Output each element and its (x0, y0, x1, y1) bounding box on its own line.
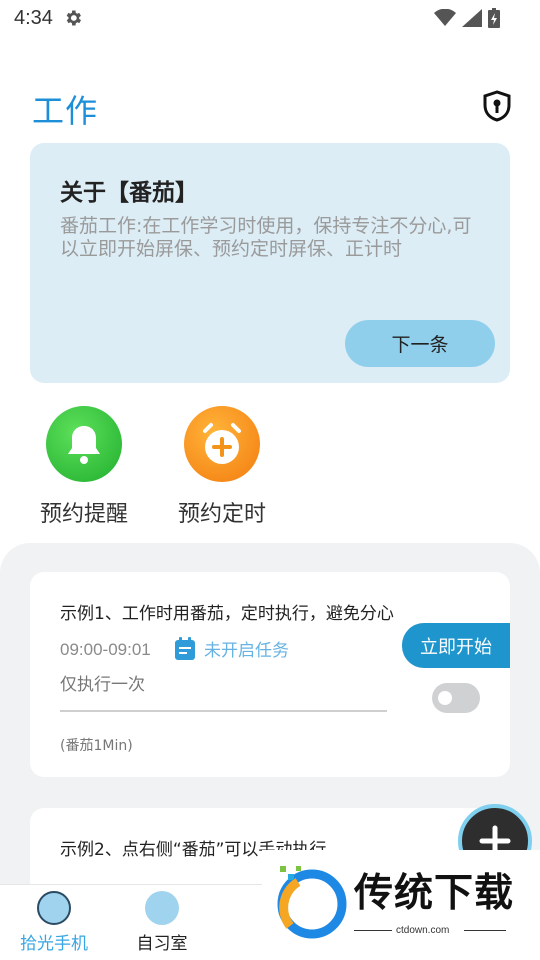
shield-key-icon[interactable] (482, 90, 512, 122)
about-card: 关于【番茄】 番茄工作:在工作学习时使用，保持专注不分心,可以立即开始屏保、预约… (30, 143, 510, 383)
gear-icon (66, 10, 81, 26)
about-description: 番茄工作:在工作学习时使用，保持专注不分心,可以立即开始屏保、预约定时屏保、正计… (60, 215, 472, 260)
magnifier-icon (37, 891, 71, 925)
page-title: 工作 (32, 92, 99, 130)
task-status-label: 未开启任务 (204, 641, 289, 661)
task-status: 未开启任务 (174, 636, 289, 661)
task-time: 09:00-09:01 (60, 640, 151, 659)
about-title: 关于【番茄】 (60, 180, 198, 206)
task-toggle[interactable] (432, 683, 480, 713)
watermark: 传统下载 ctdown.com (262, 850, 540, 960)
tab-home[interactable]: 拾光手机 (4, 891, 104, 954)
book-icon (145, 891, 179, 925)
bell-icon (46, 406, 122, 482)
task-title: 示例1、工作时用番茄，定时执行，避免分心 (60, 604, 394, 624)
notepad-icon (175, 636, 195, 660)
quick-action-label: 预约提醒 (39, 502, 128, 527)
quick-action-remind[interactable]: 预约提醒 (34, 406, 134, 528)
brand-logo-icon (277, 866, 347, 939)
tab-label: 拾光手机 (20, 934, 88, 954)
battery-icon (488, 8, 500, 28)
status-time: 4:34 (14, 6, 53, 29)
task-card[interactable]: 示例1、工作时用番茄，定时执行，避免分心 09:00-09:01 未开启任务 仅… (30, 572, 510, 777)
watermark-url: ctdown.com (396, 925, 450, 936)
divider (60, 710, 387, 712)
divider (354, 930, 392, 931)
quick-action-label: 预约定时 (177, 502, 266, 527)
tab-study-room[interactable]: 自习室 (112, 891, 212, 954)
signal-icon (462, 9, 482, 27)
toggle-knob (438, 691, 452, 705)
watermark-brand: 传统下载 (354, 871, 515, 916)
tab-label: 自习室 (136, 934, 188, 954)
task-note: (番茄1Min) (60, 738, 133, 754)
status-bar: 4:34 (0, 0, 540, 36)
divider (464, 930, 506, 931)
next-button[interactable]: 下一条 (345, 320, 495, 367)
task-frequency: 仅执行一次 (60, 675, 145, 695)
start-now-button[interactable]: 立即开始 (402, 623, 510, 668)
quick-action-timer[interactable]: 预约定时 (172, 406, 272, 528)
wifi-icon (434, 9, 456, 26)
alarm-clock-plus-icon (184, 406, 260, 482)
